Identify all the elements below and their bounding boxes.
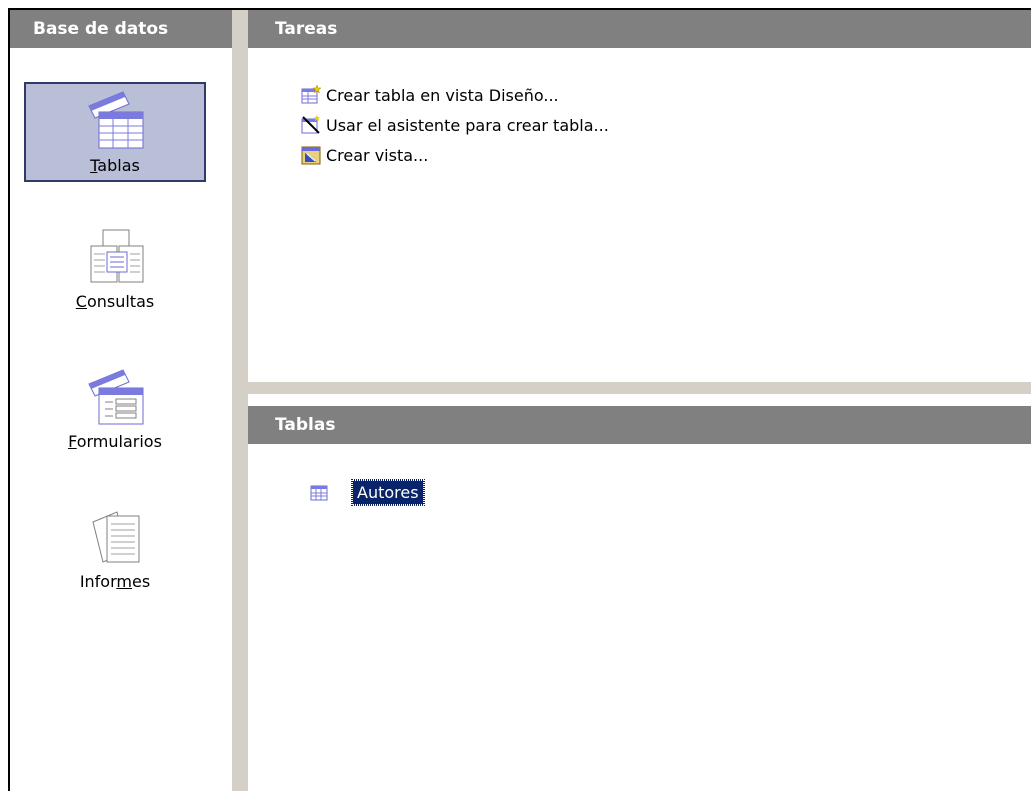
task-create-view[interactable]: Crear vista... [300,142,428,168]
sidebar-item-tables[interactable]: Tablas [24,82,206,182]
sidebar-item-label: Consultas [76,292,154,311]
mnemonic-letter: F [68,432,77,451]
horizontal-splitter[interactable] [248,382,1031,394]
panel-gap [248,394,1031,406]
tasks-title: Tareas [275,19,338,39]
task-label: Crear tabla en vista Diseño... [326,85,559,105]
task-create-table-design[interactable]: Crear tabla en vista Diseño... [300,82,559,108]
table-item-autores[interactable]: Autores [310,479,425,506]
tables-icon [88,91,144,149]
mnemonic-letter: C [75,292,87,311]
table-name[interactable]: Autores [351,479,425,506]
tasks-header: Tareas [248,10,1031,48]
label-rest: ormularios [76,432,162,451]
sidebar-item-label: Formularios [68,432,162,451]
tables-panel: Autores [248,444,1031,791]
table-icon [310,485,328,500]
label-pre: Infor [79,572,117,591]
task-label: Crear vista... [326,145,429,165]
design-table-icon [301,84,322,104]
vertical-splitter[interactable] [232,10,248,791]
sidebar-title: Base de datos [33,19,169,39]
sidebar-item-reports[interactable]: Informes [24,500,206,600]
reports-icon [92,511,140,563]
sidebar-item-label: Tablas [90,156,140,175]
queries-icon [90,229,144,283]
tables-title: Tablas [275,415,336,435]
mnemonic-letter: m [116,572,132,591]
label-rest: es [131,572,151,591]
sidebar-header: Base de datos [10,10,232,48]
table-wizard-icon [301,115,320,134]
sidebar-item-forms[interactable]: Formularios [24,360,206,460]
label-rest: onsultas [86,292,155,311]
forms-icon [88,369,144,425]
tables-header: Tablas [248,406,1031,444]
label-rest: ablas [97,156,140,175]
tasks-panel: Crear tabla en vista Diseño... Usar el a… [248,48,1031,382]
sidebar-item-label: Informes [80,572,150,591]
task-label: Usar el asistente para crear tabla... [326,115,609,135]
create-view-icon [301,146,321,165]
sidebar-item-queries[interactable]: Consultas [24,220,206,320]
task-table-wizard[interactable]: Usar el asistente para crear tabla... [300,112,609,138]
database-sidebar: Base de datos Tablas Consultas Formulari… [10,10,232,791]
